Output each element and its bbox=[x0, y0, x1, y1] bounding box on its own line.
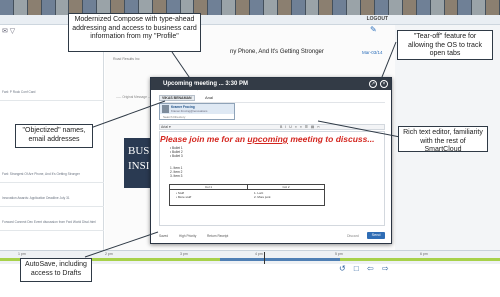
return-receipt-option[interactable]: Return Receipt bbox=[207, 234, 228, 238]
to-field[interactable]: VIKAS BENAMAN Anal bbox=[159, 95, 385, 103]
suggestion-email: Kramer.Frocing@renovations bbox=[171, 109, 208, 113]
list-item[interactable]: Forward Connect Dec Event discussion fro… bbox=[0, 211, 104, 231]
cell-text: More junk bbox=[257, 195, 271, 199]
list-item: Bullet 3 bbox=[172, 154, 183, 158]
callout-richtext: Rich text editor, familiarity with the r… bbox=[398, 126, 488, 153]
avatar bbox=[162, 105, 169, 113]
list-item[interactable]: Fwd: P Rock Conf Card bbox=[0, 81, 104, 101]
timeline-label: 2 pm bbox=[105, 252, 113, 256]
callout-objectized: "Objectized" names, email addresses bbox=[15, 124, 93, 148]
timeline-label: 1 pm bbox=[18, 252, 26, 256]
timeline-current-marker bbox=[264, 252, 265, 264]
headline-text: meeting to discuss... bbox=[288, 134, 375, 144]
compose-window: Upcoming meeting ... 3:30 PM ↗ × VIKAS B… bbox=[150, 77, 392, 244]
typeahead-suggestion[interactable]: Kramer Frocing Kramer.Frocing@renovation… bbox=[160, 104, 234, 114]
close-icon[interactable]: × bbox=[380, 80, 388, 88]
font-select[interactable]: Arial ▾ bbox=[161, 125, 171, 129]
pencil-icon[interactable]: ✎ bbox=[370, 25, 377, 34]
callout-compose: Modernized Compose with type-ahead addre… bbox=[68, 13, 201, 52]
cell-text: More stuff bbox=[177, 195, 192, 199]
message-subject: ny Phone, And It's Getting Stronger bbox=[230, 49, 324, 55]
body-headline: Please join me for an upcoming meeting t… bbox=[160, 134, 374, 144]
table-cell: 1. Lorit 2. More junk bbox=[254, 191, 271, 199]
list-item[interactable]: Innovation Awards: Application Deadline … bbox=[0, 187, 104, 207]
original-message-header: ----- Original Message ----- bbox=[116, 95, 154, 99]
timeline-bar bbox=[340, 258, 500, 261]
to-input[interactable]: Anal bbox=[205, 95, 213, 100]
logout-link[interactable]: LOGOUT bbox=[367, 16, 388, 22]
list-item[interactable]: Fwd: Strongest Of Are Phone, And It's Ge… bbox=[0, 163, 104, 183]
headline-underlined: upcoming bbox=[247, 134, 288, 144]
timeline-label: 3 pm bbox=[180, 252, 188, 256]
discard-button[interactable]: Discard bbox=[347, 234, 359, 238]
high-priority-option[interactable]: High Priority bbox=[179, 234, 196, 238]
timeline-bar bbox=[220, 258, 340, 261]
compose-title: Upcoming meeting ... 3:30 PM bbox=[151, 78, 391, 90]
navigation-icons[interactable]: ↺ □ ⇦ ⇨ bbox=[339, 264, 392, 273]
search-directory-link[interactable]: Search Directory bbox=[163, 115, 185, 119]
typeahead-dropdown: Kramer Frocing Kramer.Frocing@renovation… bbox=[159, 103, 235, 120]
callout-autosave: AutoSave, including access to Drafts bbox=[20, 258, 92, 282]
folder-icons[interactable]: ✉ ▽ bbox=[2, 27, 15, 35]
timeline-label: 4 pm bbox=[255, 252, 263, 256]
recipient-chip[interactable]: VIKAS BENAMAN bbox=[159, 95, 195, 101]
send-button[interactable]: Send bbox=[367, 232, 385, 239]
formatting-icons[interactable]: B I U ≡ ≡ ☰ ▤ ✂ bbox=[280, 125, 321, 129]
rich-text-toolbar: Arial ▾ B I U ≡ ≡ ☰ ▤ ✂ bbox=[159, 124, 385, 130]
table-header: Col 1 bbox=[170, 185, 248, 190]
list-item: Item 3 bbox=[173, 174, 183, 178]
headline-text: Please join me for an bbox=[160, 134, 248, 144]
timeline-label: 6 pm bbox=[420, 252, 428, 256]
compose-status-bar: Saved High Priority Return Receipt Disca… bbox=[159, 232, 385, 240]
bullet-list: • Bullet 1 • Bullet 2 • Bullet 3 bbox=[170, 146, 183, 158]
message-sender[interactable]: Road Results Inc bbox=[113, 57, 140, 61]
table-cell: • Stuff • More stuff bbox=[176, 191, 192, 199]
message-date: Mar-03/14 bbox=[362, 50, 383, 55]
table-header: Col 2 bbox=[248, 185, 324, 190]
callout-tearoff: "Tear-off" feature for allowing the OS t… bbox=[397, 30, 493, 60]
body-table: Col 1 Col 2 • Stuff • More stuff 1. Lori… bbox=[169, 184, 325, 206]
tearoff-icon[interactable]: ↗ bbox=[369, 80, 377, 88]
numbered-list: 1. Item 1 2. Item 2 3. Item 3 bbox=[170, 166, 183, 178]
timeline-label: 5 pm bbox=[335, 252, 343, 256]
message-editor[interactable]: Please join me for an upcoming meeting t… bbox=[159, 131, 385, 226]
autosave-status[interactable]: Saved bbox=[159, 234, 168, 238]
